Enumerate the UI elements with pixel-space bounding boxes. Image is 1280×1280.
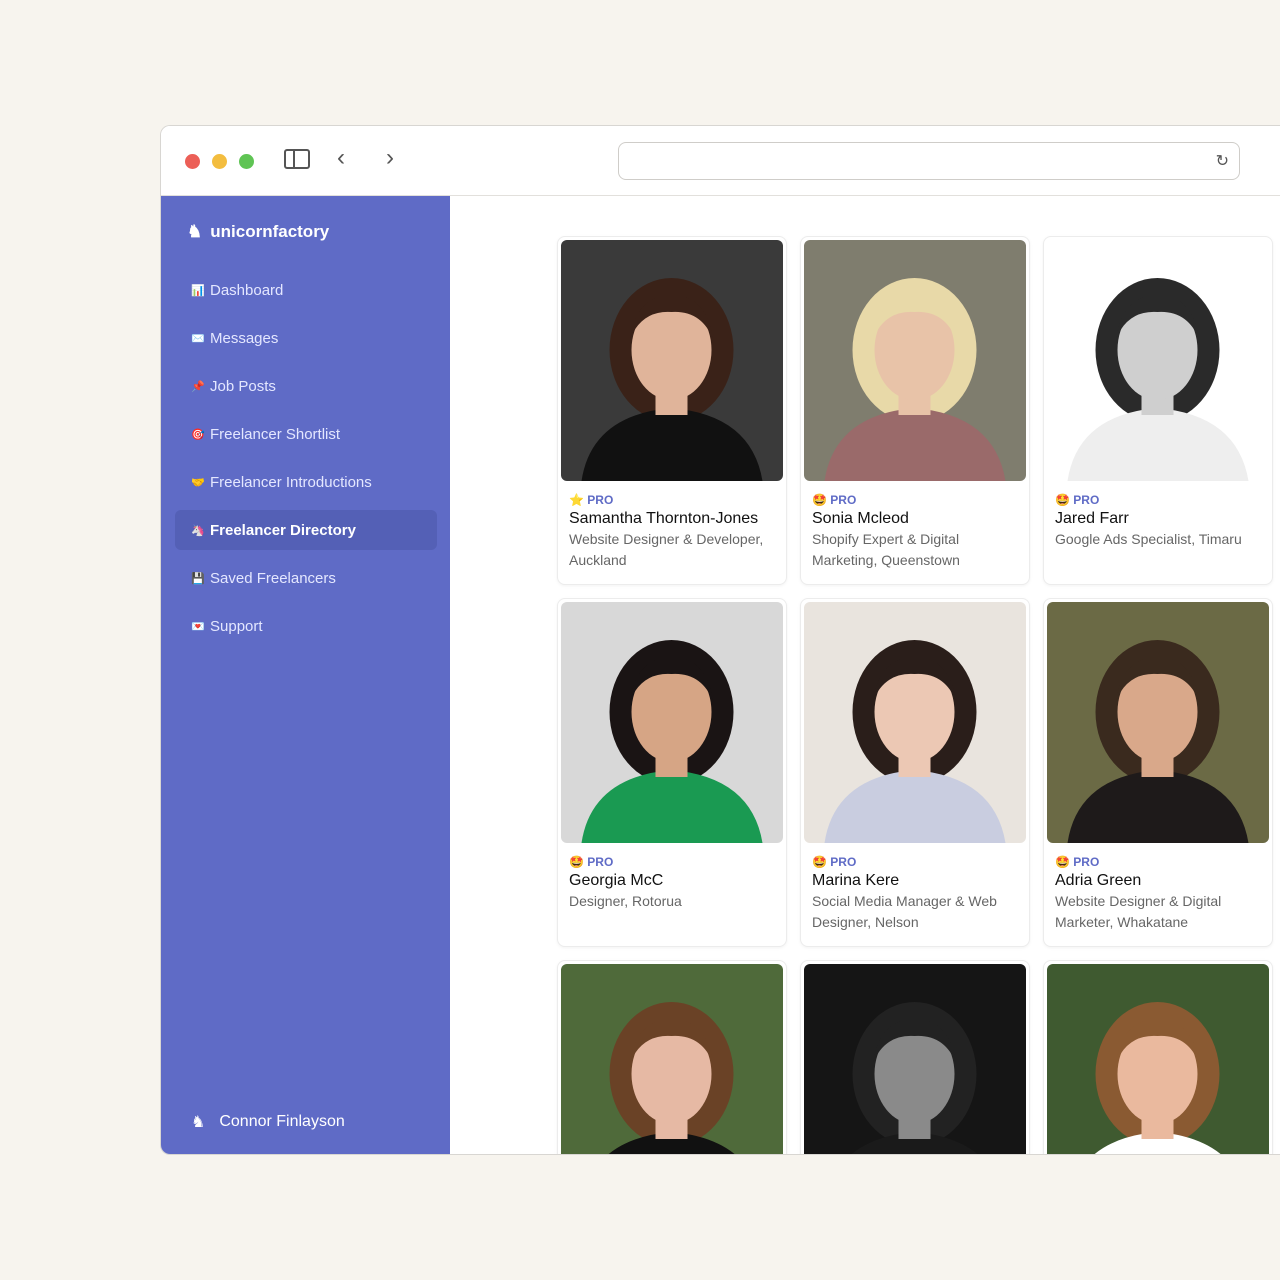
user-profile[interactable]: ♞ Connor Finlayson	[191, 1112, 345, 1132]
sidebar-item-freelancer-shortlist[interactable]: 🎯 Freelancer Shortlist	[175, 414, 437, 454]
sidebar-item-label: Job Posts	[210, 377, 276, 395]
sidebar-item-saved-freelancers[interactable]: 💾 Saved Freelancers	[175, 558, 437, 598]
freelancer-card[interactable]: 🤩 PRO Adria Green Website Designer & Dig…	[1043, 598, 1273, 947]
forward-icon[interactable]: ›	[386, 144, 394, 172]
pro-badge: 🤩 PRO	[569, 855, 614, 869]
freelancer-name[interactable]: Sonia Mcleod	[812, 510, 1023, 528]
sidebar-item-job-posts[interactable]: 📌 Job Posts	[175, 366, 437, 406]
nav-emoji-icon: 💌	[191, 620, 205, 633]
brand-name: unicornfactory	[210, 222, 330, 241]
freelancer-description: Designer, Rotorua	[569, 893, 682, 909]
brand-logo[interactable]: ♞ unicornfactory	[187, 222, 329, 242]
sidebar: ♞ unicornfactory 📊 Dashboard ✉️ Messages 📌 Job…	[161, 196, 450, 1154]
freelancer-card[interactable]	[557, 960, 787, 1154]
nav-emoji-icon: 🎯	[191, 428, 205, 441]
sidebar-toggle-icon[interactable]	[284, 149, 310, 169]
freelancer-photo[interactable]	[561, 964, 783, 1154]
freelancer-photo[interactable]	[804, 964, 1026, 1154]
nav-emoji-icon: 📊	[191, 284, 205, 297]
sidebar-item-label: Support	[210, 617, 263, 635]
badge-emoji-icon: 🤩	[812, 855, 827, 869]
user-name: Connor Finlayson	[219, 1113, 345, 1130]
badge-emoji-icon: 🤩	[1055, 855, 1070, 869]
freelancer-description: Shopify Expert & Digital Marketing, Quee…	[812, 531, 960, 568]
freelancer-photo[interactable]	[804, 240, 1026, 481]
freelancer-photo[interactable]	[804, 602, 1026, 843]
freelancer-name[interactable]: Jared Farr	[1055, 510, 1266, 528]
freelancer-photo[interactable]	[561, 240, 783, 481]
freelancer-card[interactable]: 🤩 PRO Sonia Mcleod Shopify Expert & Digi…	[800, 236, 1030, 585]
pro-badge: ⭐ PRO	[569, 493, 614, 507]
nav-emoji-icon: 💾	[191, 572, 205, 585]
sidebar-item-freelancer-introductions[interactable]: 🤝 Freelancer Introductions	[175, 462, 437, 502]
sidebar-item-label: Freelancer Directory	[210, 521, 356, 539]
nav-emoji-icon: ✉️	[191, 332, 205, 345]
close-window-button[interactable]	[185, 154, 200, 169]
badge-emoji-icon: 🤩	[812, 493, 827, 507]
maximize-window-button[interactable]	[239, 154, 254, 169]
freelancer-grid: ⭐ PRO Samantha Thornton-Jones Website De…	[450, 196, 1280, 1154]
freelancer-description: Website Designer & Developer, Auckland	[569, 531, 764, 568]
sidebar-item-label: Dashboard	[210, 281, 284, 299]
sidebar-item-label: Messages	[210, 329, 279, 347]
reload-icon[interactable]: ↻	[1216, 151, 1229, 171]
badge-emoji-icon: 🤩	[1055, 493, 1070, 507]
browser-toolbar: ‹ › ↻	[161, 126, 1280, 196]
freelancer-card[interactable]: 🤩 PRO Georgia McC Designer, Rotorua	[557, 598, 787, 947]
badge-emoji-icon: 🤩	[569, 855, 584, 869]
freelancer-name[interactable]: Samantha Thornton-Jones	[569, 510, 780, 528]
freelancer-card[interactable]	[800, 960, 1030, 1154]
freelancer-photo[interactable]	[1047, 240, 1269, 481]
freelancer-description: Google Ads Specialist, Timaru	[1055, 531, 1242, 547]
sidebar-item-messages[interactable]: ✉️ Messages	[175, 318, 437, 358]
pro-badge: 🤩 PRO	[1055, 855, 1100, 869]
sidebar-item-label: Freelancer Shortlist	[210, 425, 341, 443]
freelancer-card[interactable]: 🤩 PRO Jared Farr Google Ads Specialist, …	[1043, 236, 1273, 585]
freelancer-name[interactable]: Adria Green	[1055, 872, 1266, 890]
unicorn-logo-icon: ♞	[187, 222, 203, 241]
freelancer-photo[interactable]	[1047, 602, 1269, 843]
badge-emoji-icon: ⭐	[569, 493, 584, 507]
sidebar-item-label: Freelancer Introductions	[210, 473, 372, 491]
sidebar-nav: 📊 Dashboard ✉️ Messages 📌 Job Posts 🎯 Freelance…	[175, 270, 437, 654]
sidebar-item-freelancer-directory[interactable]: 🦄 Freelancer Directory	[175, 510, 437, 550]
nav-emoji-icon: 🤝	[191, 476, 205, 489]
freelancer-description: Website Designer & Digital Marketer, Wha…	[1055, 893, 1222, 930]
freelancer-name[interactable]: Marina Kere	[812, 872, 1023, 890]
address-bar[interactable]: ↻	[618, 142, 1240, 180]
nav-emoji-icon: 📌	[191, 380, 205, 393]
nav-emoji-icon: 🦄	[191, 524, 205, 537]
pro-badge: 🤩 PRO	[812, 493, 857, 507]
freelancer-card[interactable]	[1043, 960, 1273, 1154]
browser-window: ‹ › ↻ ♞ unicornfactory 📊 Dashboard ✉️ Messag…	[160, 125, 1280, 1155]
freelancer-description: Social Media Manager & Web Designer, Nel…	[812, 893, 997, 930]
user-avatar-icon: ♞	[191, 1114, 206, 1131]
freelancer-card[interactable]: 🤩 PRO Marina Kere Social Media Manager &…	[800, 598, 1030, 947]
sidebar-item-dashboard[interactable]: 📊 Dashboard	[175, 270, 437, 310]
sidebar-item-label: Saved Freelancers	[210, 569, 336, 587]
pro-badge: 🤩 PRO	[812, 855, 857, 869]
pro-badge: 🤩 PRO	[1055, 493, 1100, 507]
sidebar-item-support[interactable]: 💌 Support	[175, 606, 437, 646]
back-icon[interactable]: ‹	[337, 144, 345, 172]
minimize-window-button[interactable]	[212, 154, 227, 169]
freelancer-name[interactable]: Georgia McC	[569, 872, 780, 890]
freelancer-photo[interactable]	[561, 602, 783, 843]
freelancer-card[interactable]: ⭐ PRO Samantha Thornton-Jones Website De…	[557, 236, 787, 585]
freelancer-photo[interactable]	[1047, 964, 1269, 1154]
